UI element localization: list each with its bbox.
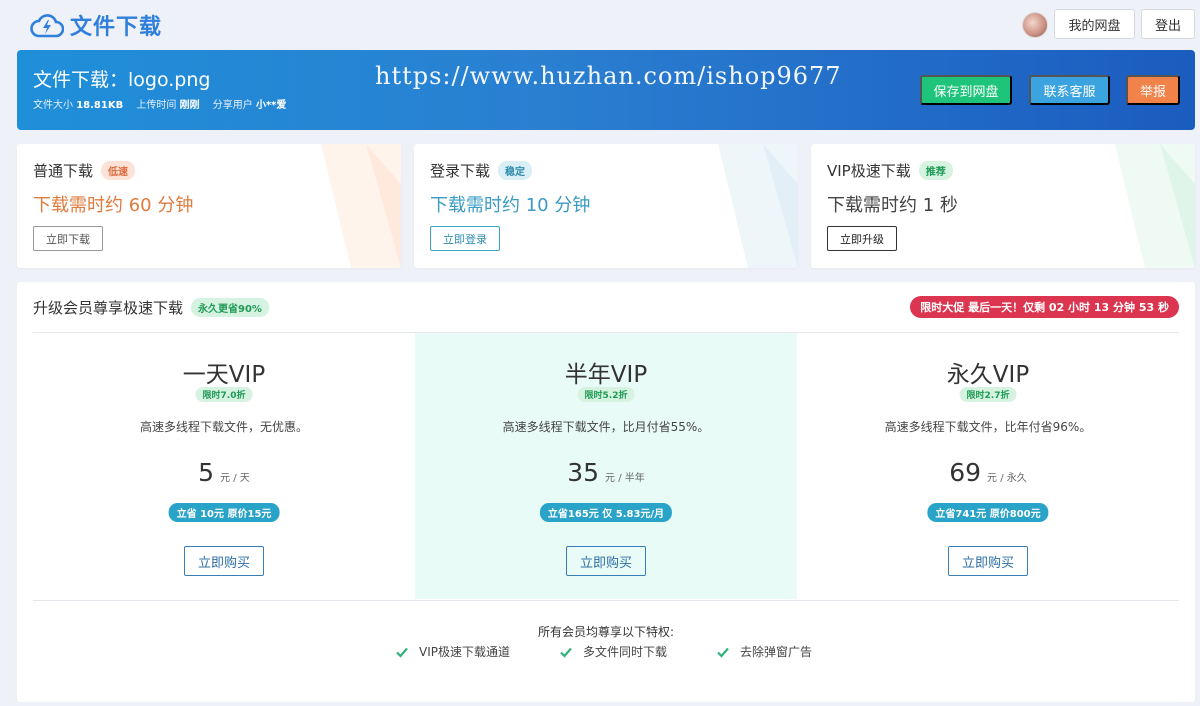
discount-badge: 限时7.0折 [195, 387, 253, 402]
perk-item: 去除弹窗广告 [716, 643, 812, 660]
buy-now-button[interactable]: 立即购买 [948, 546, 1028, 576]
upgrade-header: 升级会员尊享极速下载 永久更省90% [33, 297, 269, 318]
plan-card-half-year: 半年VIP 限时5.2折 高速多线程下载文件，比月付省55%。 35 元 / 半年… [415, 333, 797, 599]
perk-item: 多文件同时下载 [559, 643, 667, 660]
report-button[interactable]: 举报 [1126, 75, 1180, 105]
price-unit: 元 / 半年 [605, 473, 645, 484]
card-title: 登录下载 稳定 [430, 160, 533, 181]
plan-name: 永久VIP [946, 362, 1030, 388]
cloud-lightning-icon [30, 14, 64, 38]
size-label: 文件大小 [33, 100, 73, 111]
savings-pill: 立省741元 原价800元 [927, 503, 1049, 522]
top-bar: 文件下载 我的网盘 登出 [0, 0, 1200, 46]
save-to-pan-button[interactable]: 保存到网盘 [920, 75, 1012, 105]
card-title-text: VIP极速下载 [827, 162, 911, 180]
check-icon [717, 647, 729, 658]
my-pan-button[interactable]: 我的网盘 [1054, 9, 1135, 39]
price-unit: 元 / 永久 [987, 473, 1027, 484]
vip-download-card: VIP极速下载 推荐 下载需时约 1 秒 立即升级 [811, 144, 1195, 268]
buy-now-button[interactable]: 立即购买 [184, 546, 264, 576]
plan-description: 高速多线程下载文件，比月付省55%。 [502, 420, 710, 434]
avatar[interactable] [1022, 12, 1048, 38]
upgrade-title: 升级会员尊享极速下载 [33, 299, 184, 317]
upload-label: 上传时间 [136, 100, 177, 111]
buy-now-button[interactable]: 立即购买 [566, 546, 646, 576]
file-meta: 文件大小 18.81KB 上传时间 刚刚 分享用户 小**爱 [33, 96, 296, 111]
download-time: 下载需时约 10 分钟 [430, 195, 591, 216]
share-label: 分享用户 [212, 100, 253, 111]
recommend-badge: 推荐 [918, 161, 953, 180]
plan-name: 一天VIP [182, 362, 266, 388]
plan-description: 高速多线程下载文件，无优惠。 [139, 420, 308, 434]
plan-card-lifetime: 永久VIP 限时2.7折 高速多线程下载文件，比年付省96%。 69 元 / 永久… [797, 333, 1179, 599]
card-decoration [718, 144, 798, 268]
download-time: 下载需时约 1 秒 [827, 195, 958, 216]
plan-card-day: 一天VIP 限时7.0折 高速多线程下载文件，无优惠。 5 元 / 天 立省 10… [33, 333, 415, 599]
upgrade-panel: 升级会员尊享极速下载 永久更省90% 限时大促 最后一天！仅剩 02 小时 13… [17, 282, 1195, 702]
logout-button[interactable]: 登出 [1141, 9, 1195, 39]
card-title: 普通下载 低速 [33, 160, 136, 181]
download-time: 下载需时约 60 分钟 [33, 195, 194, 216]
card-decoration [321, 144, 401, 268]
watermark-url: https://www.huzhan.com/ishop9677 [375, 62, 842, 90]
speed-badge: 低速 [101, 161, 136, 180]
card-decoration [1115, 144, 1195, 268]
divider [33, 600, 1179, 601]
perks-title: 所有会员均尊享以下特权: [537, 625, 675, 639]
price-value: 35 [567, 458, 600, 487]
check-icon [396, 647, 408, 658]
file-title: 文件下载：logo.png [33, 69, 211, 91]
price-value: 5 [198, 458, 215, 487]
size-value: 18.81KB [76, 100, 124, 111]
plan-description: 高速多线程下载文件，比年付省96%。 [884, 420, 1092, 434]
speed-badge: 稳定 [498, 161, 533, 180]
perk-label: 多文件同时下载 [583, 645, 668, 659]
plan-price: 35 元 / 半年 [415, 458, 797, 487]
savings-badge: 永久更省90% [191, 298, 269, 317]
card-title-text: 普通下载 [33, 162, 94, 180]
perk-label: VIP极速下载通道 [419, 645, 510, 659]
contact-service-button[interactable]: 联系客服 [1029, 75, 1110, 105]
savings-pill: 立省 10元 原价15元 [168, 503, 280, 522]
discount-badge: 限时5.2折 [577, 387, 635, 402]
card-title-text: 登录下载 [430, 162, 491, 180]
card-title: VIP极速下载 推荐 [827, 160, 953, 181]
upgrade-now-button[interactable]: 立即升级 [827, 226, 897, 251]
login-now-button[interactable]: 立即登录 [430, 226, 500, 251]
perk-label: 去除弹窗广告 [740, 645, 813, 659]
login-download-card: 登录下载 稳定 下载需时约 10 分钟 立即登录 [414, 144, 798, 268]
discount-badge: 限时2.7折 [959, 387, 1017, 402]
plan-price: 69 元 / 永久 [797, 458, 1179, 487]
price-value: 69 [949, 458, 982, 487]
share-value: 小**爱 [255, 100, 287, 111]
logo[interactable]: 文件下载 [30, 9, 162, 41]
app-title: 文件下载 [70, 15, 163, 40]
check-icon [560, 647, 572, 658]
promo-countdown-badge: 限时大促 最后一天！仅剩 02 小时 13 分钟 53 秒 [910, 296, 1179, 318]
upload-value: 刚刚 [179, 100, 200, 111]
file-info-banner: 文件下载：logo.png 文件大小 18.81KB 上传时间 刚刚 分享用户 … [17, 50, 1195, 130]
normal-download-card: 普通下载 低速 下载需时约 60 分钟 立即下载 [17, 144, 401, 268]
plan-price: 5 元 / 天 [33, 458, 415, 487]
price-unit: 元 / 天 [220, 473, 250, 484]
savings-pill: 立省165元 仅 5.83元/月 [539, 503, 673, 522]
perk-item: VIP极速下载通道 [395, 643, 510, 660]
download-now-button[interactable]: 立即下载 [33, 226, 103, 251]
plan-name: 半年VIP [564, 362, 648, 388]
